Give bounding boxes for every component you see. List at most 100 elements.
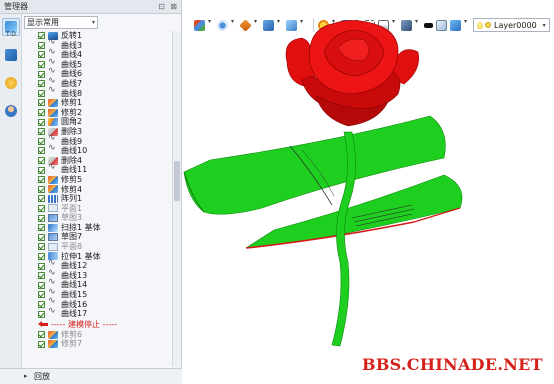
tree-item[interactable]: 草图7 bbox=[24, 232, 172, 242]
tree-item[interactable]: 阵列1 bbox=[24, 194, 172, 204]
user-icon bbox=[5, 105, 17, 117]
tree-scrollbar[interactable] bbox=[172, 31, 181, 367]
rollback-marker[interactable]: ----- 建模停止 ----- bbox=[24, 319, 172, 330]
history-tab-sub: T-D bbox=[6, 31, 16, 38]
visibility-checkbox[interactable] bbox=[38, 166, 45, 174]
tree-item-label: 曲线8 bbox=[61, 88, 83, 98]
visibility-checkbox[interactable] bbox=[38, 224, 45, 232]
assembly-tab[interactable] bbox=[2, 46, 20, 64]
tree-item[interactable]: 曲线13 bbox=[24, 269, 172, 281]
tree-item-label: 曲线6 bbox=[61, 69, 83, 79]
tree-item-label: 曲线9 bbox=[61, 136, 83, 146]
rose-flower[interactable] bbox=[285, 20, 419, 127]
tree-item[interactable]: 修剪2 bbox=[24, 108, 172, 118]
tree-item[interactable]: 扫掠1 基体 bbox=[24, 223, 172, 233]
visibility-checkbox[interactable] bbox=[38, 204, 45, 212]
history-tab[interactable]: T-D bbox=[2, 18, 20, 38]
sketch-icon bbox=[48, 233, 58, 242]
visibility-checkbox[interactable] bbox=[38, 41, 45, 49]
visibility-checkbox[interactable] bbox=[38, 214, 45, 222]
scrollbar-thumb[interactable] bbox=[174, 161, 180, 201]
visibility-checkbox[interactable] bbox=[38, 185, 45, 193]
pin-icon[interactable]: ⊡ bbox=[158, 0, 165, 14]
tree-item[interactable]: 删除4 bbox=[24, 156, 172, 166]
playback-bar[interactable]: ▸ 回放 bbox=[0, 368, 182, 384]
visibility-checkbox[interactable] bbox=[38, 291, 45, 299]
tree-item[interactable]: 拉伸1 基体 bbox=[24, 252, 172, 262]
visibility-checkbox[interactable] bbox=[38, 340, 45, 348]
tree-item[interactable]: 曲线9 bbox=[24, 134, 172, 147]
tree-item-label: 反转1 bbox=[61, 31, 83, 40]
tree-item[interactable]: 曲线14 bbox=[24, 278, 172, 290]
filter-value: 显示常用 bbox=[27, 18, 59, 27]
visibility-checkbox[interactable] bbox=[38, 310, 45, 318]
tree-item-label: 修剪2 bbox=[61, 107, 83, 117]
visibility-checkbox[interactable] bbox=[38, 262, 45, 270]
chevron-right-icon: ▸ bbox=[24, 372, 28, 380]
visibility-checkbox[interactable] bbox=[38, 89, 45, 97]
visibility-checkbox[interactable] bbox=[38, 128, 45, 136]
visibility-checkbox[interactable] bbox=[38, 147, 45, 155]
tree-item[interactable]: 平面1 bbox=[24, 204, 172, 214]
tree-item[interactable]: 曲线16 bbox=[24, 297, 172, 310]
tree-item-label: 曲线16 bbox=[61, 299, 88, 309]
visibility-checkbox[interactable] bbox=[38, 281, 45, 289]
visibility-checkbox[interactable] bbox=[38, 109, 45, 117]
tree-item[interactable]: 曲线17 bbox=[24, 307, 172, 319]
filter-dropdown[interactable]: 显示常用 ▾ bbox=[24, 16, 98, 29]
tree-item[interactable]: 平面8 bbox=[24, 242, 172, 252]
tree-item-label: 曲线5 bbox=[61, 59, 83, 69]
tree-item[interactable]: 曲线11 bbox=[24, 163, 172, 175]
visibility-checkbox[interactable] bbox=[38, 195, 45, 203]
tree-item[interactable]: 修剪5 bbox=[24, 175, 172, 185]
visibility-checkbox[interactable] bbox=[38, 61, 45, 69]
tree-item[interactable]: 圆角2 bbox=[24, 117, 172, 127]
tree-item[interactable]: 曲线3 bbox=[24, 38, 172, 51]
history-tree: 反转1曲线3曲线4曲线5曲线6曲线7曲线8修剪1修剪2圆角2删除3曲线9曲线10… bbox=[24, 31, 172, 367]
tree-item[interactable]: 草图3 bbox=[24, 213, 172, 223]
tree-item[interactable]: 删除3 bbox=[24, 127, 172, 137]
tree-item[interactable]: 修剪1 bbox=[24, 98, 172, 108]
curve-icon bbox=[48, 163, 58, 174]
tree-item[interactable]: 曲线7 bbox=[24, 77, 172, 89]
assembly-icon bbox=[5, 49, 17, 61]
plane-icon bbox=[48, 242, 58, 251]
playback-label: 回放 bbox=[34, 372, 50, 381]
visibility-checkbox[interactable] bbox=[38, 252, 45, 260]
tree-item[interactable]: 修剪4 bbox=[24, 185, 172, 195]
visibility-checkbox[interactable] bbox=[38, 51, 45, 59]
tree-item-label: 圆角2 bbox=[61, 117, 83, 127]
tree-item[interactable]: 曲线12 bbox=[24, 259, 172, 271]
visibility-checkbox[interactable] bbox=[38, 233, 45, 241]
visibility-checkbox[interactable] bbox=[38, 32, 45, 40]
visibility-checkbox[interactable] bbox=[38, 99, 45, 107]
curve-icon bbox=[48, 307, 58, 318]
close-icon[interactable]: ⊠ bbox=[170, 0, 177, 14]
material-tab[interactable] bbox=[2, 74, 20, 92]
visibility-checkbox[interactable] bbox=[38, 157, 45, 165]
visibility-checkbox[interactable] bbox=[38, 176, 45, 184]
visibility-checkbox[interactable] bbox=[38, 118, 45, 126]
visibility-checkbox[interactable] bbox=[38, 70, 45, 78]
rose-model-scene[interactable] bbox=[182, 0, 554, 384]
tree-item[interactable]: 修剪7 bbox=[24, 339, 172, 349]
tree-item[interactable]: 反转1 bbox=[24, 31, 172, 41]
visibility-checkbox[interactable] bbox=[38, 243, 45, 251]
user-tab[interactable] bbox=[2, 102, 20, 120]
tree-item[interactable]: 修剪6 bbox=[24, 330, 172, 340]
visibility-checkbox[interactable] bbox=[38, 80, 45, 88]
tree-item[interactable]: 曲线10 bbox=[24, 144, 172, 156]
visibility-checkbox[interactable] bbox=[38, 272, 45, 280]
visibility-checkbox[interactable] bbox=[38, 300, 45, 308]
tree-item-label: 删除3 bbox=[61, 126, 83, 136]
tree-item[interactable]: 曲线15 bbox=[24, 288, 172, 300]
3d-viewport[interactable]: Layer0000 ▾ BBS.CHINADE.NET bbox=[182, 0, 554, 384]
tree-item-label: 草图7 bbox=[61, 232, 83, 242]
tree-item[interactable]: 曲线8 bbox=[24, 86, 172, 99]
visibility-checkbox[interactable] bbox=[38, 331, 45, 339]
tree-item[interactable]: 曲线4 bbox=[24, 48, 172, 60]
visibility-checkbox[interactable] bbox=[38, 137, 45, 145]
tree-item[interactable]: 曲线5 bbox=[24, 58, 172, 70]
tree-item[interactable]: 曲线6 bbox=[24, 67, 172, 79]
tree-item-label: 修剪1 bbox=[61, 98, 83, 108]
